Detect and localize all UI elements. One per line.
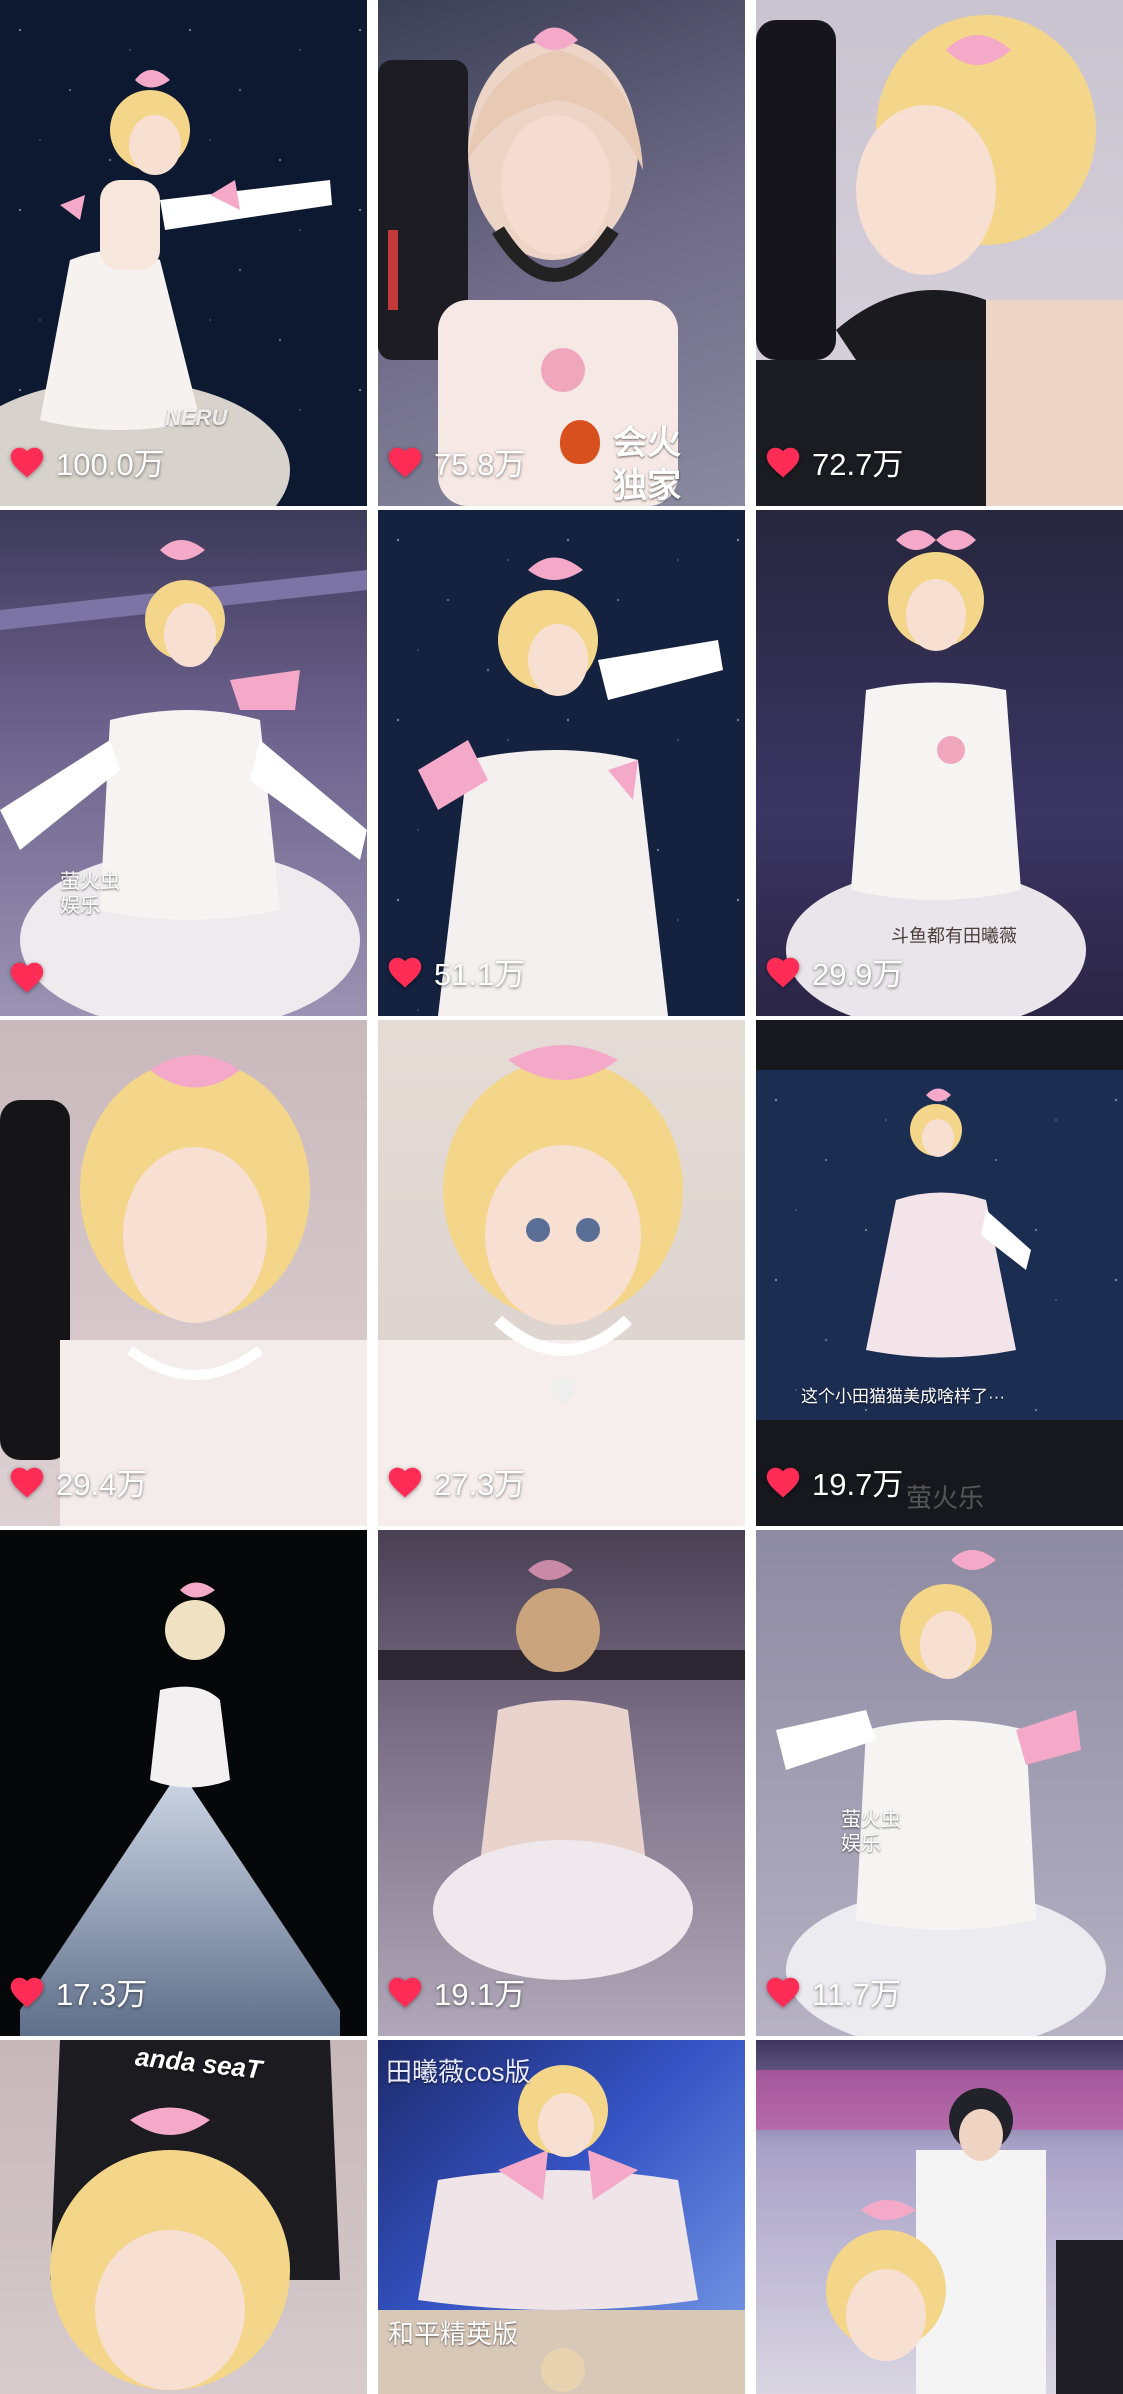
video-tile[interactable]: 田曦薇cos版 和平精英版 bbox=[378, 2040, 745, 2394]
cosplayer-image bbox=[866, 1088, 1031, 1358]
heart-icon bbox=[388, 447, 422, 477]
video-tile[interactable]: 会火 独家 75.8万 bbox=[378, 0, 745, 506]
like-count-text: 100.0万 bbox=[56, 447, 165, 482]
video-tile[interactable]: 72.7万 bbox=[756, 0, 1123, 506]
cosplayer-image bbox=[418, 557, 723, 1016]
like-count: 19.1万 bbox=[386, 1969, 525, 2014]
video-tile[interactable] bbox=[756, 2040, 1123, 2394]
heart-icon bbox=[388, 1467, 422, 1497]
heart-icon bbox=[10, 1467, 44, 1497]
heart-icon bbox=[766, 957, 800, 987]
like-count-text: 29.9万 bbox=[812, 957, 904, 992]
like-count-text: 19.7万 bbox=[812, 1467, 904, 1502]
video-tile[interactable]: 这个小田猫猫美成啥样了··· 萤火乐 19.7万 bbox=[756, 1020, 1123, 1526]
bottom-watermark: 萤火乐 bbox=[906, 1483, 985, 1513]
cosplayer-image bbox=[776, 1550, 1106, 2036]
like-count-text: 27.3万 bbox=[434, 1467, 526, 1502]
cosplayer-image bbox=[378, 1560, 745, 1980]
like-count: 51.1万 bbox=[386, 949, 525, 994]
video-tile[interactable]: 27.3万 bbox=[378, 1020, 745, 1526]
cosplayer-image bbox=[378, 27, 678, 506]
watermark: 萤火虫 娱乐 bbox=[60, 871, 120, 917]
watermark: NERU bbox=[165, 405, 228, 430]
top-caption: 田曦薇cos版 bbox=[386, 2057, 531, 2087]
cosplayer-image bbox=[378, 1045, 745, 1526]
like-count: 75.8万 bbox=[386, 439, 525, 484]
video-tile[interactable]: NERU 100.0万 bbox=[0, 0, 367, 506]
like-count bbox=[8, 960, 56, 994]
cosplayer-image bbox=[0, 540, 367, 1016]
video-grid: NERU 100.0万 会火 独家 75.8万 72.7万 萤火虫 娱乐 51.… bbox=[0, 0, 1123, 2394]
like-count: 29.4万 bbox=[8, 1459, 147, 1504]
like-count-text: 19.1万 bbox=[434, 1977, 526, 2012]
like-count-text: 17.3万 bbox=[56, 1977, 148, 2012]
heart-icon bbox=[766, 447, 800, 477]
like-count: 29.9万 bbox=[764, 949, 903, 994]
watermark: 萤火虫 娱乐 bbox=[841, 1809, 901, 1855]
video-tile[interactable]: anda seaT bbox=[0, 2040, 367, 2394]
video-tile[interactable]: 萤火虫 娱乐 11.7万 bbox=[756, 1530, 1123, 2036]
like-count: 11.7万 bbox=[764, 1969, 901, 2014]
like-count-text: 11.7万 bbox=[812, 1977, 902, 2012]
video-tile[interactable]: 萤火虫 娱乐 bbox=[0, 510, 367, 1016]
heart-icon bbox=[766, 1467, 800, 1497]
cosplayer-image bbox=[50, 2040, 340, 2390]
heart-icon bbox=[10, 447, 44, 477]
cosplayer-image bbox=[20, 1582, 340, 2036]
video-tile[interactable]: 斗鱼都有田曦薇 29.9万 bbox=[756, 510, 1123, 1016]
caption: 斗鱼都有田曦薇 bbox=[891, 926, 1017, 946]
cosplayer-image bbox=[756, 15, 1123, 506]
fire-badge-icon bbox=[560, 420, 600, 464]
like-count-text: 29.4万 bbox=[56, 1467, 148, 1502]
like-count: 72.7万 bbox=[764, 439, 903, 484]
like-count-text: 75.8万 bbox=[434, 447, 526, 482]
like-count-text: 51.1万 bbox=[434, 957, 526, 992]
cosplayer-image bbox=[756, 2070, 1123, 2394]
bottom-caption: 和平精英版 bbox=[388, 2319, 519, 2349]
like-count-text: 72.7万 bbox=[812, 447, 904, 482]
heart-icon bbox=[10, 962, 44, 993]
heart-icon bbox=[766, 1977, 800, 2007]
video-tile[interactable]: 51.1万 bbox=[378, 510, 745, 1016]
heart-icon bbox=[10, 1977, 44, 2007]
video-tile[interactable]: 17.3万 bbox=[0, 1530, 367, 2036]
heart-icon bbox=[388, 957, 422, 987]
cosplayer-image bbox=[0, 1055, 367, 1526]
badge-text-1: 会火 bbox=[613, 424, 681, 462]
heart-icon bbox=[388, 1977, 422, 2007]
badge-text-2: 独家 bbox=[613, 467, 681, 505]
like-count: 100.0万 bbox=[8, 439, 165, 484]
video-tile[interactable]: 29.4万 bbox=[0, 1020, 367, 1526]
like-count: 17.3万 bbox=[8, 1969, 147, 2014]
video-tile[interactable]: 19.1万 bbox=[378, 1530, 745, 2036]
like-count: 27.3万 bbox=[386, 1459, 525, 1504]
subtitle: 这个小田猫猫美成啥样了··· bbox=[801, 1387, 1005, 1406]
like-count: 19.7万 bbox=[764, 1459, 903, 1504]
